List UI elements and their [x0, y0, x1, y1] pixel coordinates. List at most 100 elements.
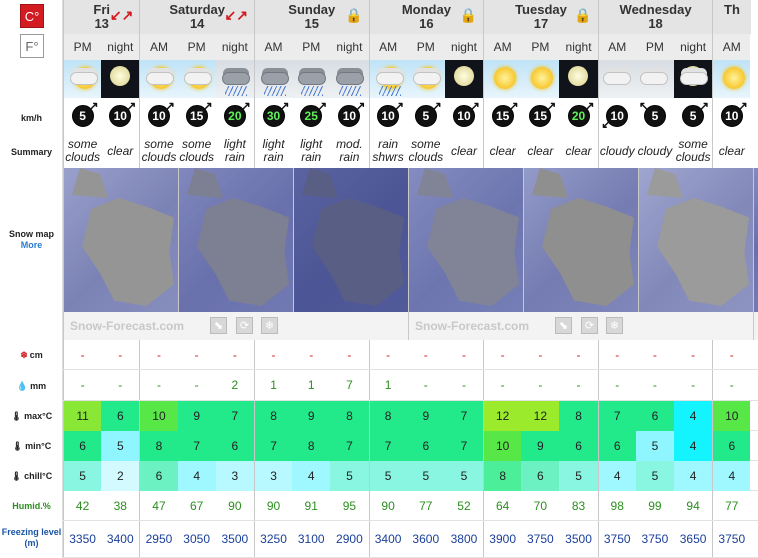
- wind-cell: 20 ↗: [559, 98, 597, 134]
- weather-summary: clear: [527, 143, 554, 158]
- lock-icon[interactable]: 🔒: [574, 8, 591, 22]
- weather-summary: some clouds: [179, 137, 214, 164]
- min-temp-value: 7: [177, 431, 216, 461]
- time-period: night: [101, 34, 140, 60]
- weather-icon: [292, 60, 331, 98]
- snow-map-image[interactable]: [178, 168, 293, 312]
- snow-value: -: [538, 347, 543, 362]
- freezing-level-label: Freezing level (m): [1, 527, 62, 548]
- expand-icon[interactable]: ↙↗: [110, 8, 133, 22]
- celsius-toggle-button[interactable]: C°: [20, 4, 44, 28]
- time-period: PM: [635, 34, 674, 60]
- time-period: night: [330, 34, 369, 60]
- humidity-row: 42 38 47 67 90 90 91 95 90 77 52 64 70 83 98 99 94 77: [63, 491, 758, 521]
- sun-icon: [494, 67, 517, 89]
- lock-icon[interactable]: 🔒: [460, 8, 477, 22]
- time-period: AM: [483, 34, 522, 60]
- freezing-level-value: 3750: [712, 521, 750, 557]
- wind-speed-badge: 30 ↗: [262, 99, 290, 127]
- wind-direction-arrow-icon: ↗: [202, 99, 213, 113]
- cloud-icon: [146, 72, 175, 85]
- chill-label: 🌡 chill°C: [0, 471, 63, 482]
- row-labels-column: C° F° km/h Summary Snow map More ❄ cm 💧 mm…: [0, 0, 63, 558]
- snow-map-image[interactable]: [753, 168, 758, 312]
- sun-icon: [531, 67, 554, 89]
- weather-summary: rain shwrs: [368, 134, 407, 168]
- snow-map-image[interactable]: [638, 168, 753, 312]
- chill-value: 5: [635, 461, 674, 491]
- snow-map-image[interactable]: [63, 168, 178, 312]
- snow-value: -: [63, 340, 101, 369]
- chill-value: 3: [253, 461, 293, 491]
- wind-direction-arrow-icon: ↗: [431, 99, 442, 113]
- lock-icon[interactable]: 🔒: [345, 8, 362, 22]
- max-temp-value: 8: [368, 401, 407, 431]
- snow-value: -: [368, 340, 407, 369]
- min-temp-value: 6: [406, 431, 445, 461]
- day-name: Th: [724, 2, 740, 17]
- map-precip-overlay: [64, 168, 178, 312]
- wind-label: km/h: [20, 113, 42, 123]
- snow-value: -: [597, 340, 636, 369]
- map-snowflake-button[interactable]: ❄: [261, 317, 278, 334]
- max-temp-label: 🌡 max°C: [0, 411, 63, 422]
- min-temp-value: 10: [483, 431, 522, 461]
- map-refresh-button[interactable]: ⟳: [581, 317, 598, 334]
- weather-icon: [444, 60, 484, 98]
- freezing-level-value: 3750: [526, 532, 554, 546]
- freezing-level-value: 3500: [221, 532, 249, 546]
- wind-speed-badge: 10 ↗: [338, 99, 365, 127]
- map-arrow-button[interactable]: ⬊: [210, 317, 227, 334]
- snow-row: ------------------: [63, 340, 758, 370]
- map-snowflake-button[interactable]: ❄: [606, 317, 623, 334]
- snow-map-more-link[interactable]: More: [0, 240, 63, 251]
- snow-map-image[interactable]: [293, 168, 408, 312]
- min-temp-value: 9: [521, 431, 560, 461]
- weather-icon: [63, 60, 102, 98]
- time-period: AM: [368, 34, 407, 60]
- rain-row: ----21171---------: [63, 370, 758, 401]
- wind-cell: 5 ↗: [674, 98, 712, 134]
- time-period: night: [444, 34, 484, 60]
- max-temp-value: 7: [597, 401, 636, 431]
- wind-cell: 10 ↗: [712, 98, 750, 134]
- map-precip-overlay: [409, 168, 523, 312]
- wind-direction-arrow-icon: ↗: [164, 99, 175, 113]
- min-temp-value: 7: [444, 431, 484, 461]
- weather-icon: [406, 60, 445, 98]
- moon-icon: [453, 66, 474, 86]
- weather-icon: [368, 60, 407, 98]
- humidity-value: 47: [139, 491, 177, 520]
- time-period: PM: [406, 34, 445, 60]
- wind-speed-badge: 25 ↗: [300, 99, 327, 127]
- wind-cell: 10 ↗: [445, 98, 483, 134]
- snow-map-image[interactable]: [523, 168, 638, 312]
- snow-map-image[interactable]: [408, 168, 523, 312]
- wind-cell: 15 ↗: [483, 98, 521, 134]
- cloud-icon: [183, 72, 212, 85]
- wind-speed-badge: 5 ↗: [414, 99, 442, 127]
- min-temp-value: 4: [674, 431, 713, 461]
- weather-summary: clear: [712, 134, 750, 168]
- weather-icon: [330, 60, 369, 98]
- map-refresh-button[interactable]: ⟳: [236, 317, 253, 334]
- map-controls-row: Snow-Forecast.com ⬊ ⟳ ❄ Snow-Forecast.com ⬊ ⟳ ❄…: [63, 312, 758, 340]
- snow-map-row: [63, 168, 758, 312]
- max-temp-value: 8: [253, 401, 293, 431]
- expand-icon[interactable]: ↙↗: [225, 8, 248, 22]
- freezing-level-value: 3100: [297, 532, 325, 546]
- map-arrow-button[interactable]: ⬊: [555, 317, 572, 334]
- weather-icon: [674, 60, 713, 98]
- humidity-value: 91: [304, 498, 318, 513]
- humidity-value: 77: [712, 491, 750, 520]
- chill-value: 2: [101, 461, 140, 491]
- rain-value: 1: [253, 370, 292, 400]
- humidity-value: 70: [533, 498, 548, 513]
- rain-value: -: [712, 370, 750, 400]
- min-temp-label-text: min°C: [25, 441, 52, 451]
- fahrenheit-toggle-button[interactable]: F°: [20, 34, 44, 58]
- time-period: AM: [712, 34, 751, 60]
- humidity-value: 90: [253, 491, 292, 520]
- time-period: AM: [253, 34, 293, 60]
- wind-cell: 15 ↗: [521, 98, 559, 134]
